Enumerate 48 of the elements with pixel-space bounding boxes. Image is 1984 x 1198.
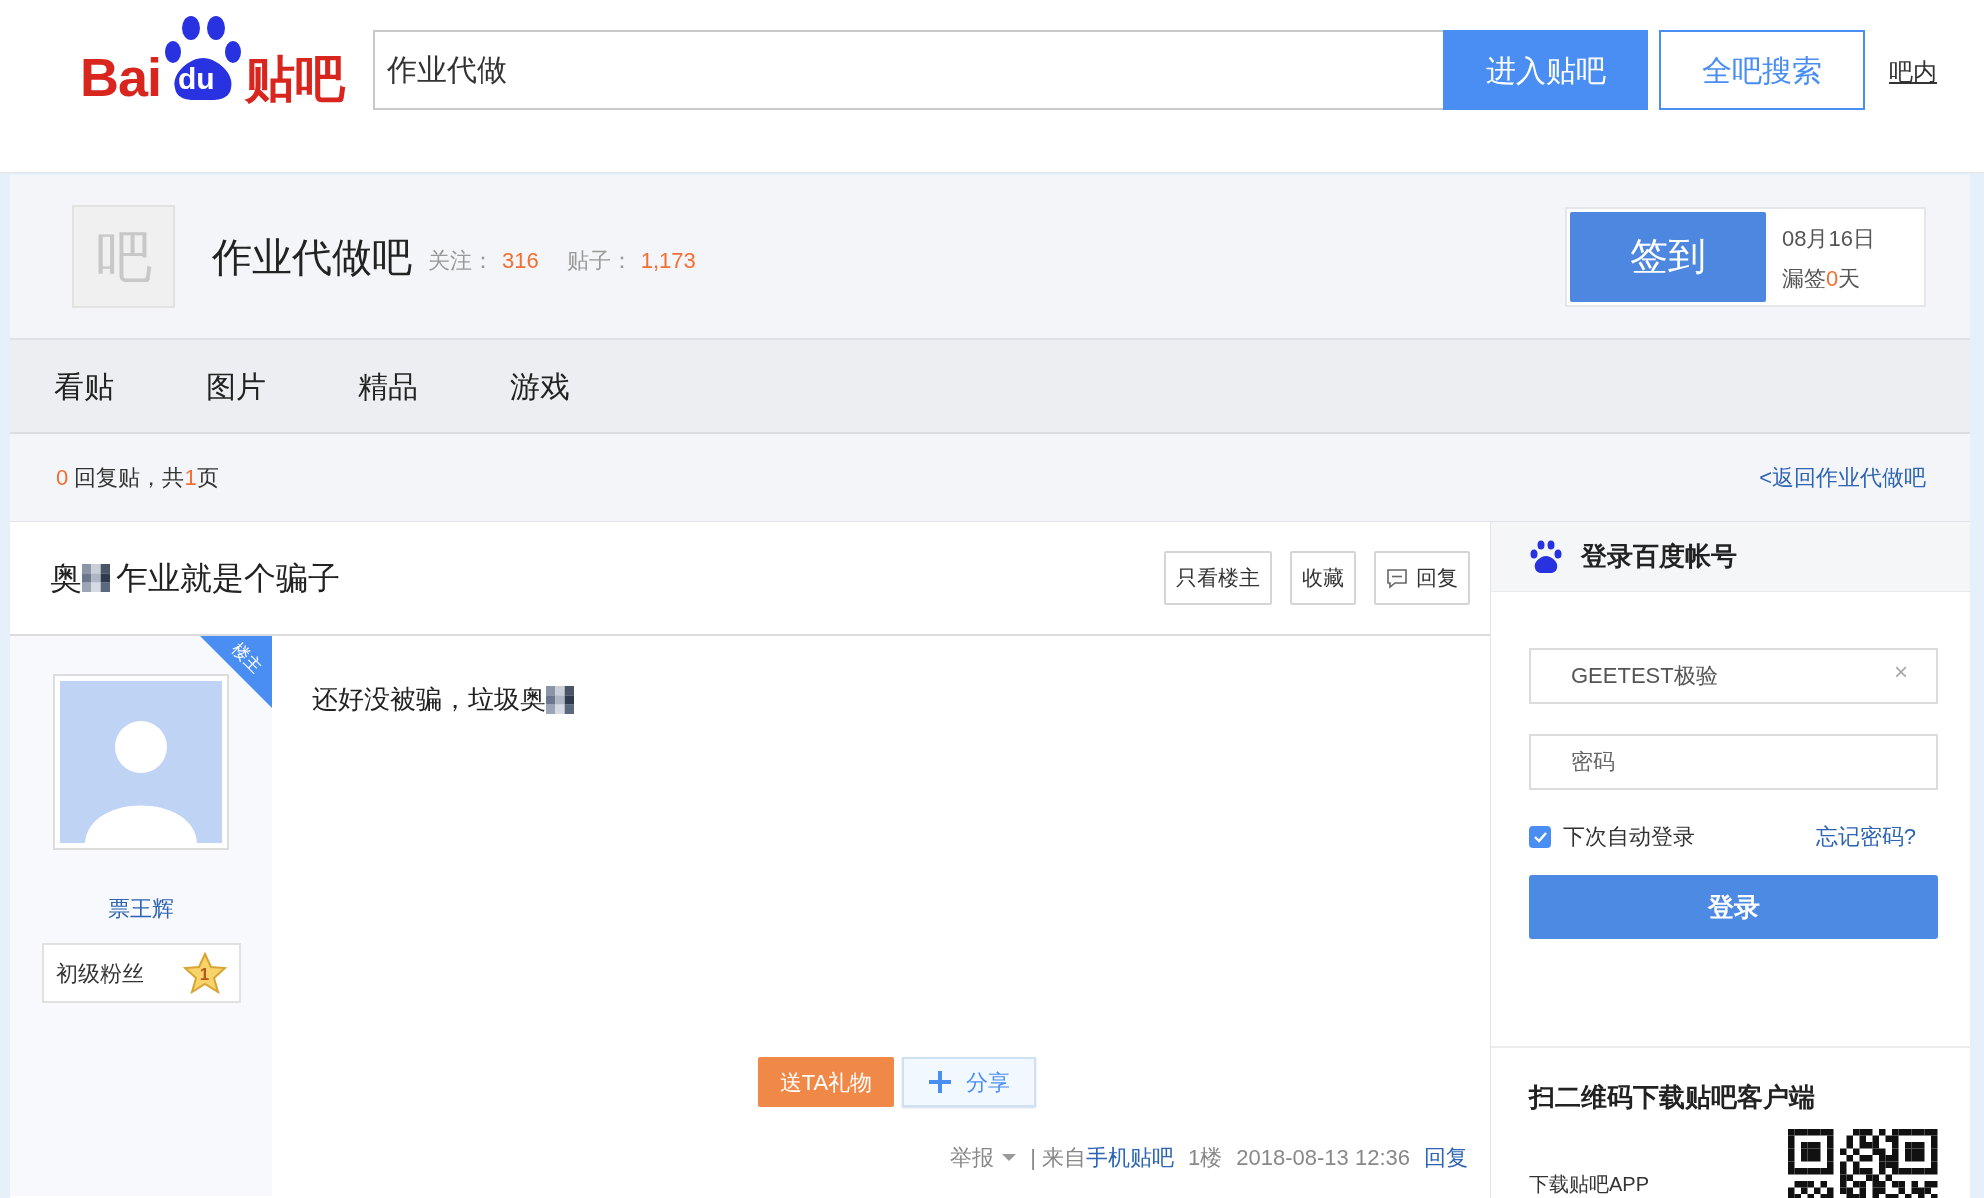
password-field[interactable]: 密码: [1529, 734, 1938, 790]
thread-title: 乍业就是个骗子: [116, 559, 340, 598]
forum-tab[interactable]: 图片: [206, 363, 358, 409]
forum-tab[interactable]: 看贴: [54, 363, 206, 409]
source-text: | 来自手机贴吧: [1030, 1144, 1175, 1172]
share-button[interactable]: 分享: [902, 1057, 1036, 1107]
remember-checkbox[interactable]: [1529, 825, 1551, 848]
login-button[interactable]: 登录: [1529, 875, 1938, 939]
plus-icon: [928, 1070, 952, 1094]
thread-action-button[interactable]: 只看楼主: [1164, 551, 1272, 605]
sign-date: 08月16日: [1782, 224, 1876, 253]
floor-number: 1楼: [1188, 1144, 1223, 1172]
thread-action-button[interactable]: 回复: [1374, 551, 1470, 605]
pixelated-mosaic: [82, 564, 110, 592]
baidu-tieba-logo[interactable]: Bai du 贴吧: [80, 14, 360, 104]
forum-tab[interactable]: 游戏: [510, 363, 662, 409]
qr-caption: 下载贴吧APP: [1529, 1172, 1650, 1197]
comment-icon: [1386, 567, 1408, 589]
post-time: 2018-08-13 12:36: [1236, 1144, 1410, 1172]
forum-name: 作业代做吧: [212, 233, 412, 281]
login-title: 登录百度帐号: [1581, 540, 1737, 573]
back-to-forum-link[interactable]: <返回作业代做吧: [1759, 461, 1926, 494]
stat-label: 贴子：: [566, 247, 633, 275]
search-button[interactable]: 全吧搜索: [1659, 30, 1865, 110]
username-link[interactable]: 票王辉: [108, 892, 174, 925]
search-in-forum-link[interactable]: 吧内: [1889, 54, 1937, 172]
qr-title: 扫二维码下载贴吧客户端: [1529, 1081, 1816, 1114]
report-menu[interactable]: 举报: [950, 1141, 1017, 1174]
forgot-password-link[interactable]: 忘记密码?: [1815, 820, 1916, 853]
search-field[interactable]: 作业代做: [373, 30, 1443, 110]
post-text: 还好没被骗，垃圾奥: [312, 683, 546, 716]
pixelated-mosaic: [546, 685, 574, 714]
reply-count-text: 0 回复贴，共1页: [56, 464, 219, 492]
stat-value: 316: [502, 247, 539, 275]
paw-icon: [1529, 539, 1563, 574]
sign-in-button[interactable]: 签到: [1570, 211, 1766, 302]
thread-action-button[interactable]: 收藏: [1290, 551, 1356, 605]
stat-label: 关注：: [428, 247, 494, 275]
remember-label: 下次自动登录: [1563, 823, 1695, 851]
thread-title: 奥: [50, 559, 82, 598]
stat-value: 1,173: [640, 247, 696, 275]
fan-level-badge: 初级粉丝 1: [41, 943, 241, 1003]
reply-link[interactable]: 回复: [1424, 1141, 1468, 1174]
missed-days: 漏签0天: [1782, 258, 1908, 299]
search-button[interactable]: 进入贴吧: [1443, 30, 1648, 110]
caret-icon: [1002, 1154, 1017, 1161]
level-star-badge: 1: [182, 952, 227, 994]
forum-tab[interactable]: 精品: [358, 363, 510, 409]
